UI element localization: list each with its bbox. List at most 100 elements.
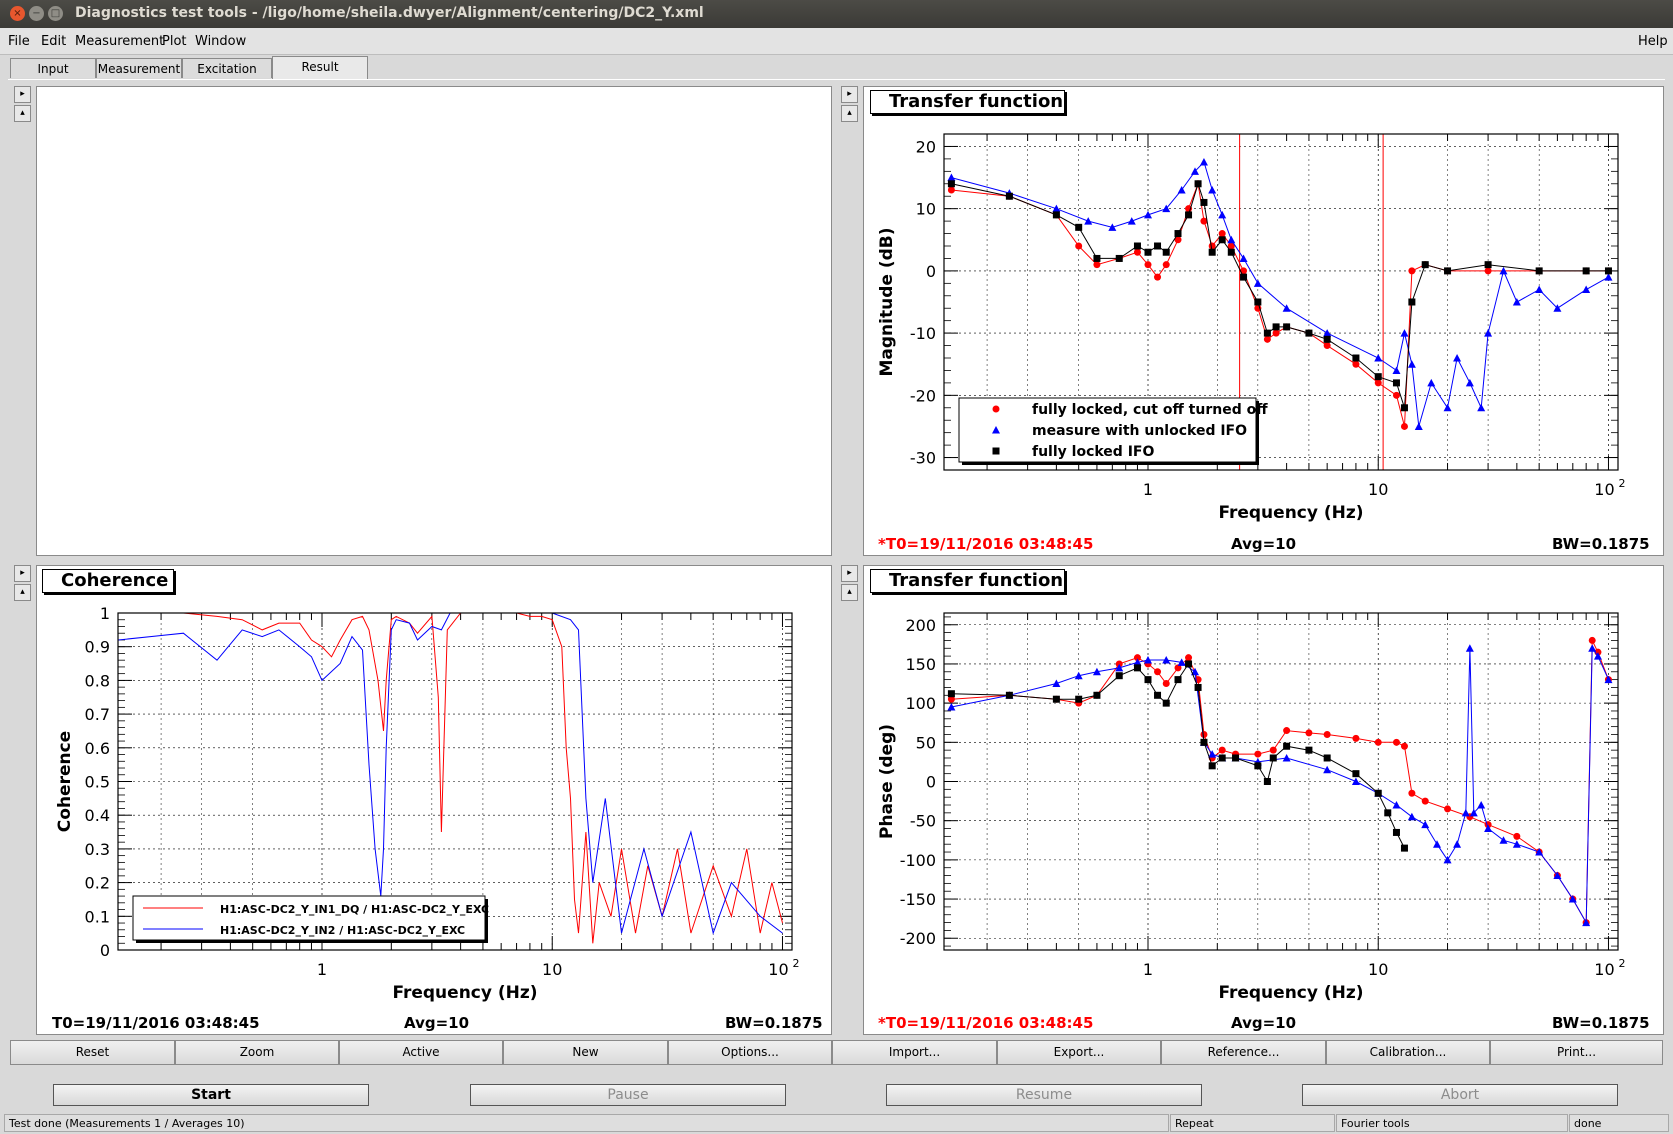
data-point xyxy=(1408,789,1416,797)
y-tick-label: 20 xyxy=(916,137,936,156)
abort-button[interactable]: Abort xyxy=(1302,1084,1618,1106)
data-point xyxy=(1400,422,1408,430)
status-bar: Test done (Measurements 1 / Averages 10)… xyxy=(0,1112,1673,1134)
data-point xyxy=(1374,373,1382,381)
data-point xyxy=(1162,699,1170,707)
legend-entry: H1:ASC-DC2_Y_IN2 / H1:ASC-DC2_Y_EXC xyxy=(220,924,465,937)
active-button[interactable]: Active xyxy=(339,1040,503,1065)
y-tick-label: 0.6 xyxy=(85,739,110,758)
data-point xyxy=(1374,738,1382,746)
data-point xyxy=(1421,820,1430,829)
data-point xyxy=(1218,746,1226,754)
pad-tr-bw: BW=0.1875 xyxy=(1552,535,1650,553)
series-line xyxy=(951,646,1609,925)
reference-button[interactable]: Reference... xyxy=(1161,1040,1326,1065)
data-point xyxy=(1444,805,1452,813)
status-tools: Fourier tools xyxy=(1336,1114,1568,1132)
data-point xyxy=(1208,248,1216,256)
data-point xyxy=(1323,754,1331,762)
plot-button-bar: Reset Zoom Active New Options... Import.… xyxy=(10,1040,1663,1066)
data-point xyxy=(1254,750,1262,758)
y-tick-label: -10 xyxy=(910,324,936,343)
x-tick-label: 10 xyxy=(1368,960,1388,979)
data-point xyxy=(947,173,956,182)
y-tick-label: 0.3 xyxy=(85,840,110,859)
data-point xyxy=(1154,691,1162,699)
data-point xyxy=(1174,230,1182,238)
import-button[interactable]: Import... xyxy=(832,1040,997,1065)
x-tick-label: 1 xyxy=(1143,480,1153,499)
data-point xyxy=(1305,329,1313,337)
data-point xyxy=(1127,217,1136,225)
data-point xyxy=(947,180,955,188)
data-point xyxy=(1421,261,1429,269)
data-point xyxy=(947,690,955,698)
y-tick-label: -20 xyxy=(910,386,936,405)
zoom-button[interactable]: Zoom xyxy=(175,1040,339,1065)
x-tick-label-exponent: 2 xyxy=(1618,957,1625,970)
data-point xyxy=(1352,734,1360,742)
resume-button[interactable]: Resume xyxy=(886,1084,1202,1106)
data-point xyxy=(1162,680,1170,688)
data-point xyxy=(1499,836,1508,844)
data-point xyxy=(1227,235,1236,244)
status-message: Test done (Measurements 1 / Averages 10) xyxy=(4,1114,1169,1132)
y-tick-label: 0.7 xyxy=(85,705,110,724)
pause-button[interactable]: Pause xyxy=(470,1084,786,1106)
y-tick-label: 1 xyxy=(100,604,110,623)
data-point xyxy=(1352,770,1360,778)
data-point xyxy=(1272,323,1280,331)
y-tick-label: 0.9 xyxy=(85,638,110,657)
data-point xyxy=(1269,754,1277,762)
data-point xyxy=(1185,211,1193,219)
x-tick-label: 10 xyxy=(542,960,562,979)
data-point xyxy=(1392,738,1400,746)
pad-br-avg: Avg=10 xyxy=(1231,1014,1297,1032)
export-button[interactable]: Export... xyxy=(997,1040,1161,1065)
series-line xyxy=(951,161,1609,427)
x-tick-label: 10 xyxy=(768,960,788,979)
pad-tr-t0: *T0=19/11/2016 03:48:45 xyxy=(878,535,1094,553)
data-point xyxy=(1512,840,1521,848)
data-point xyxy=(1444,267,1452,275)
data-point xyxy=(1535,285,1544,294)
data-point xyxy=(1162,248,1170,256)
pad-tr-avg: Avg=10 xyxy=(1231,535,1297,553)
plot-area xyxy=(118,613,783,944)
data-point xyxy=(1604,267,1612,275)
data-point xyxy=(947,186,955,194)
data-point xyxy=(1374,354,1383,362)
series-line xyxy=(118,613,783,944)
data-point xyxy=(1115,254,1123,262)
x-tick-label: 10 xyxy=(1594,960,1614,979)
data-point xyxy=(1374,379,1382,387)
y-tick-label: -200 xyxy=(900,929,936,948)
data-point xyxy=(1323,765,1332,774)
data-point xyxy=(1133,242,1141,250)
options-button[interactable]: Options... xyxy=(668,1040,832,1065)
data-point xyxy=(1461,808,1470,817)
y-tick-label: 0.2 xyxy=(85,874,110,893)
data-point xyxy=(1513,832,1521,840)
data-point xyxy=(1283,323,1291,331)
data-point xyxy=(1144,261,1152,269)
plot-area xyxy=(947,158,1613,430)
x-tick-label: 10 xyxy=(1594,480,1614,499)
pad-bl-avg: Avg=10 xyxy=(404,1014,470,1032)
data-point xyxy=(1407,360,1416,368)
data-point xyxy=(1400,329,1409,337)
y-tick-label: 0 xyxy=(926,262,936,281)
x-tick-label: 10 xyxy=(1368,480,1388,499)
data-point xyxy=(1443,403,1452,412)
new-button[interactable]: New xyxy=(503,1040,668,1065)
data-point xyxy=(1253,279,1262,287)
start-button[interactable]: Start xyxy=(53,1084,369,1106)
data-point xyxy=(1052,695,1060,703)
data-point xyxy=(1512,298,1521,306)
pad-bl-t0: T0=19/11/2016 03:48:45 xyxy=(52,1014,260,1032)
data-point xyxy=(1075,695,1083,703)
reset-button[interactable]: Reset xyxy=(10,1040,175,1065)
data-point xyxy=(1254,298,1262,306)
calibration-button[interactable]: Calibration... xyxy=(1326,1040,1490,1065)
print-button[interactable]: Print... xyxy=(1490,1040,1663,1065)
